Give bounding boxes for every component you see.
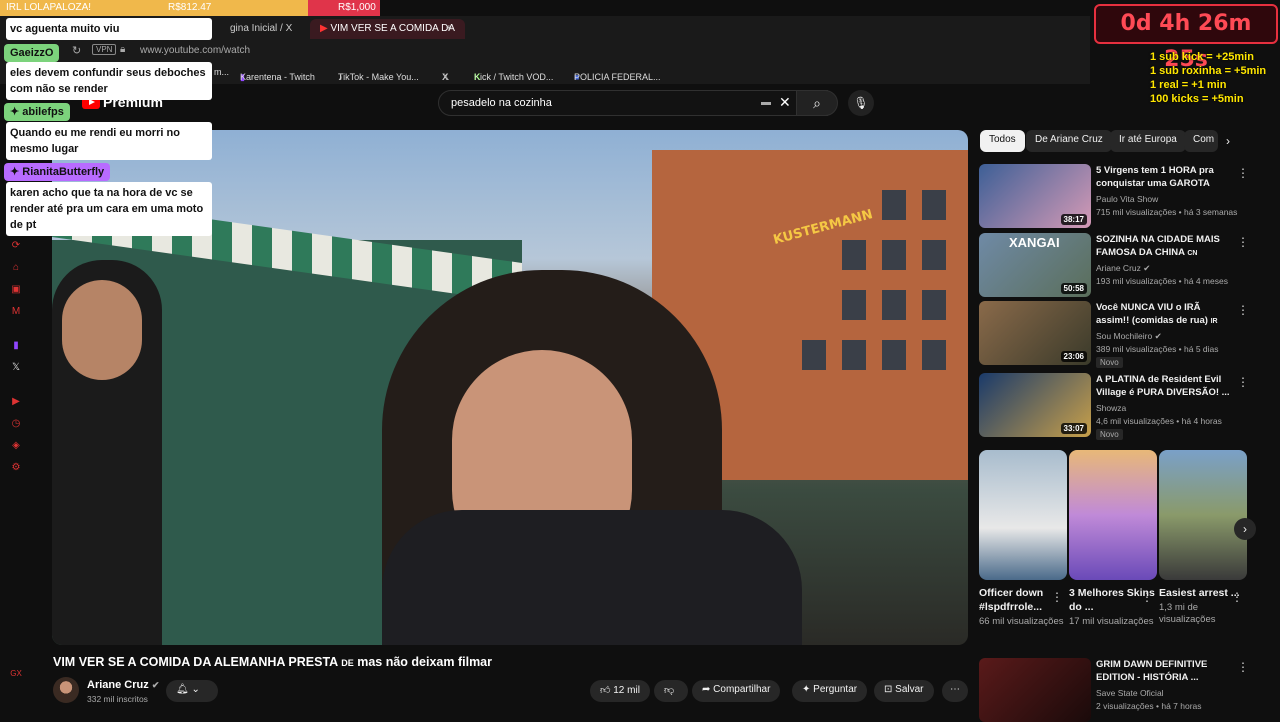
play-icon[interactable]: ▶ <box>10 396 22 408</box>
like-button[interactable]: 👍︎ 12 mil <box>590 680 650 702</box>
chevron-right-icon: › <box>1243 522 1247 536</box>
video-thumbnail[interactable]: 23:06 <box>979 301 1091 365</box>
share-button[interactable]: ➦ Compartilhar <box>692 680 781 702</box>
tab-x-home[interactable]: gina Inicial / X <box>220 19 302 39</box>
chat-message: vc aguenta muito viu <box>6 18 212 40</box>
chat-message: eles devem confundir seus deboches com n… <box>6 62 212 100</box>
video-title: VIM VER SE A COMIDA DA ALEMANHA PRESTA D… <box>53 655 492 669</box>
clock-icon[interactable]: ◷ <box>10 418 22 430</box>
channel-avatar[interactable] <box>53 677 79 703</box>
chip-from-channel[interactable]: De Ariane Cruz <box>1026 130 1112 152</box>
chip-all[interactable]: Todos <box>980 130 1025 152</box>
lock-icon[interactable]: 🔒︎ <box>120 44 125 55</box>
more-actions-icon[interactable]: ⋮ <box>1237 166 1249 180</box>
short-thumbnail[interactable] <box>1159 450 1247 580</box>
sparkle-icon: ✦ <box>802 684 811 695</box>
new-tab-button[interactable]: + <box>436 19 462 39</box>
badge-icon: ✦ <box>10 106 23 118</box>
share-icon: ➦ <box>702 684 711 695</box>
video-thumbnail[interactable]: 38:17 <box>979 164 1091 228</box>
more-actions-icon[interactable]: ⋮ <box>1231 590 1243 604</box>
search-button[interactable]: ⌕ <box>796 90 838 116</box>
subscriber-count: 332 mil inscritos <box>87 694 148 704</box>
more-actions-icon[interactable]: ⋮ <box>1237 303 1249 317</box>
search-input[interactable]: pesadelo na cozinha ▬ ✕ <box>438 90 828 116</box>
more-actions-icon[interactable]: ⋮ <box>1237 235 1249 249</box>
chip-more[interactable]: Com <box>1184 130 1218 152</box>
short-item[interactable]: 3 Melhores Skins do ... 17 mil visualiza… <box>1069 450 1157 628</box>
mail-icon[interactable]: M <box>10 306 22 318</box>
settings-icon[interactable]: ⚙ <box>10 462 22 474</box>
more-actions-icon[interactable]: ⋮ <box>1141 590 1153 604</box>
video-thumbnail[interactable]: 33:07 <box>979 373 1091 437</box>
bookmark-1[interactable]: m... <box>214 67 229 77</box>
extension-icon[interactable]: ◈ <box>10 440 22 452</box>
chat-message: karen acho que ta na hora de vc se rende… <box>6 182 212 236</box>
ask-button[interactable]: ✦ Perguntar <box>792 680 868 702</box>
short-thumbnail[interactable] <box>979 450 1067 580</box>
chevron-right-icon[interactable]: › <box>1226 134 1230 148</box>
microphone-icon: 🎙︎ <box>853 96 869 110</box>
subathon-timer: 0d 4h 26m 25s <box>1094 4 1278 72</box>
shorts-next-button[interactable]: › <box>1234 518 1256 540</box>
donation-goal-bar: IRL LOLAPALOZA! R$812.47 R$1,000 <box>0 0 380 16</box>
more-actions-icon[interactable]: ⋮ <box>1051 590 1063 604</box>
url-field[interactable]: www.youtube.com/watch <box>140 45 250 56</box>
verified-icon: ✔ <box>1154 331 1162 341</box>
recommendation-item[interactable]: 23:06 Você NUNCA VIU o IRÃ assim!! (comi… <box>979 301 1259 368</box>
clear-search-icon[interactable]: ✕ <box>779 94 791 111</box>
reload-icon[interactable]: ↻ <box>72 44 81 57</box>
short-item[interactable]: Officer down #lspdfrrole... 66 mil visua… <box>979 450 1067 628</box>
chat-icon[interactable]: ▣ <box>10 284 22 296</box>
thumbs-down-icon: 👎︎ <box>664 685 675 696</box>
more-actions-icon[interactable]: ⋮ <box>1237 375 1249 389</box>
vpn-badge[interactable]: VPN <box>92 44 117 55</box>
notification-bell-button[interactable]: 🔔︎ ⌄ <box>166 680 218 702</box>
save-button[interactable]: ⊡ Salvar <box>874 680 934 702</box>
chat-username: ✦ RianitaButterfly <box>4 163 111 181</box>
verified-icon: ✔ <box>1143 263 1151 273</box>
history-icon[interactable]: ⟳ <box>10 240 22 252</box>
twitch-sidebar-icon[interactable]: ▮ <box>10 340 22 352</box>
more-actions-icon[interactable]: ⋮ <box>1237 660 1249 674</box>
x-sidebar-icon[interactable]: 𝕏 <box>10 362 22 374</box>
gx-icon[interactable]: GX <box>10 668 22 680</box>
video-thumbnail[interactable]: XANGAI 50:58 <box>979 233 1091 297</box>
more-button[interactable]: ⋯ <box>942 680 968 702</box>
badge-icon: ✦ <box>10 166 23 178</box>
chat-message: Quando eu me rendi eu morri no mesmo lug… <box>6 122 212 160</box>
channel-name[interactable]: Ariane Cruz ✔ <box>87 679 159 691</box>
chat-username: ✦ abilefps <box>4 103 70 121</box>
short-thumbnail[interactable] <box>1069 450 1157 580</box>
address-bar: ↻ VPN 🔒︎ www.youtube.com/watch <box>0 40 1090 62</box>
goal-label: IRL LOLAPALOZA! <box>6 2 92 13</box>
keyboard-icon[interactable]: ▬ <box>761 97 771 108</box>
chat-username: GaeizzO <box>4 44 60 62</box>
bell-icon: 🔔︎ <box>176 684 189 695</box>
search-icon: ⌕ <box>813 95 821 111</box>
verified-icon: ✔ <box>151 680 160 690</box>
dislike-button[interactable]: 👎︎ <box>654 680 688 702</box>
youtube-favicon-icon: ▶ <box>320 23 328 34</box>
chevron-down-icon: ⌄ <box>191 684 200 695</box>
bookmark-icon: ⊡ <box>884 684 893 695</box>
recommendation-item[interactable]: XANGAI 50:58 SOZINHA NA CIDADE MAIS FAMO… <box>979 233 1259 297</box>
new-badge: Novo <box>1096 357 1123 368</box>
goal-current: R$812.47 <box>168 2 212 13</box>
voice-search-button[interactable]: 🎙︎ <box>848 90 874 116</box>
thumbs-up-icon: 👍︎ <box>600 685 611 696</box>
chip-europe[interactable]: Ir até Europa <box>1110 130 1186 152</box>
recommendation-item[interactable]: GRIM DAWN DEFINITIVE EDITION - HISTÓRIA … <box>979 658 1259 722</box>
short-item[interactable]: Easiest arrest ... 1,3 mi de visualizaçõ… <box>1159 450 1247 626</box>
recommendation-item[interactable]: 33:07 A PLATINA de Resident Evil Village… <box>979 373 1259 440</box>
new-badge: Novo <box>1096 429 1123 440</box>
recommendation-item[interactable]: 38:17 5 Virgens tem 1 HORA pra conquista… <box>979 164 1259 228</box>
goal-target: R$1,000 <box>338 2 376 13</box>
timer-rules: 1 sub kick = +25min 1 sub roxinha = +5mi… <box>1150 51 1267 105</box>
video-thumbnail[interactable] <box>979 658 1091 722</box>
shopping-icon[interactable]: ⌂ <box>10 262 22 274</box>
